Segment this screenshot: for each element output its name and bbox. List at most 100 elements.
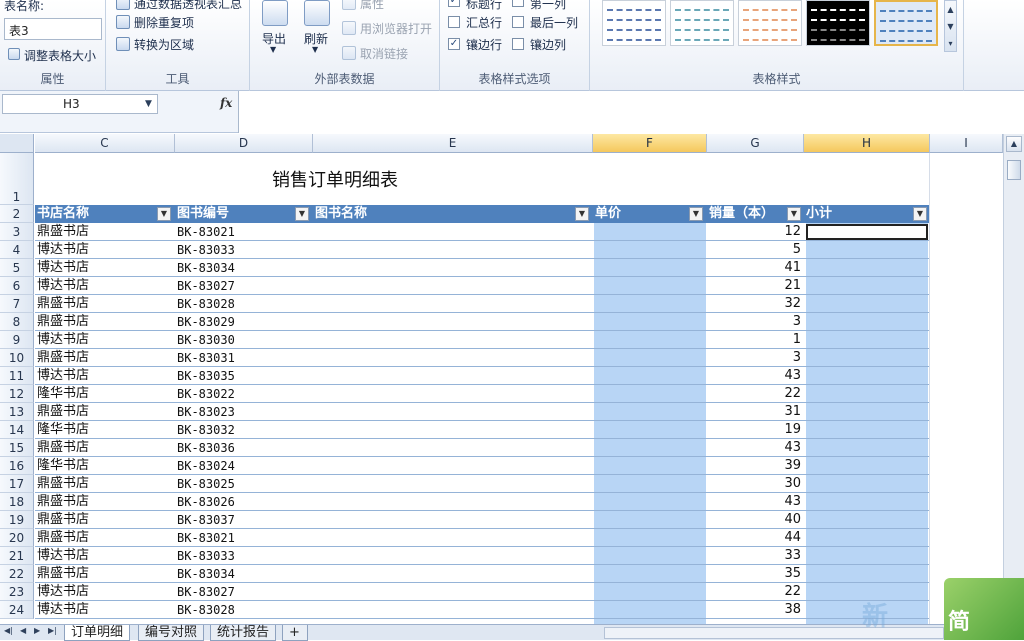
row-header[interactable]: 5 (0, 259, 34, 277)
properties-button[interactable]: 属性 (360, 0, 384, 12)
column-header-h[interactable]: H (804, 134, 930, 153)
first-column-checkbox[interactable] (512, 0, 524, 7)
gallery-scrollbar[interactable]: ▲ ▼ ▾ (944, 0, 957, 52)
column-header-d[interactable]: D (175, 134, 313, 153)
cell-quantity[interactable]: 21 (707, 277, 804, 295)
cell-store-name[interactable]: 博达书店 (35, 583, 175, 601)
cell-book-code[interactable]: BK-83035 (175, 367, 313, 385)
cell-quantity[interactable]: 41 (707, 259, 804, 277)
table-style-swatch[interactable] (806, 0, 870, 46)
cell-book-code[interactable]: BK-83029 (175, 313, 313, 331)
cell-quantity[interactable]: 35 (707, 565, 804, 583)
cell-store-name[interactable]: 鼎盛书店 (35, 565, 175, 583)
cell-book-code[interactable]: BK-83033 (175, 547, 313, 565)
cell-book-code[interactable]: BK-83021 (175, 223, 313, 241)
row-header[interactable]: 7 (0, 295, 34, 313)
cell-book-code[interactable]: BK-83027 (175, 277, 313, 295)
sheet-title[interactable]: 销售订单明细表 (272, 166, 398, 192)
gallery-up-icon[interactable]: ▲ (945, 1, 956, 18)
cell-quantity[interactable]: 19 (707, 421, 804, 439)
first-sheet-icon[interactable]: ◀| (4, 626, 13, 635)
column-header-c[interactable]: C (35, 134, 175, 153)
cell-quantity[interactable]: 43 (707, 367, 804, 385)
scroll-up-icon[interactable]: ▲ (1006, 136, 1022, 152)
cell-quantity[interactable]: 31 (707, 403, 804, 421)
sheet-tab-orders[interactable]: 订单明细 (64, 625, 131, 641)
cell-quantity[interactable]: 39 (707, 457, 804, 475)
active-cell-h3[interactable] (806, 224, 928, 240)
row-header[interactable]: 15 (0, 439, 34, 457)
cell-store-name[interactable]: 鼎盛书店 (35, 529, 175, 547)
remove-duplicates-button[interactable]: 删除重复项 (134, 14, 194, 31)
cell-quantity[interactable]: 43 (707, 439, 804, 457)
cell-quantity[interactable]: 22 (707, 583, 804, 601)
filter-dropdown-icon[interactable]: ▼ (575, 207, 589, 221)
cell-book-code[interactable]: BK-83028 (175, 601, 313, 619)
horizontal-scrollbar[interactable] (604, 627, 944, 639)
row-header[interactable]: 21 (0, 547, 34, 565)
sheet-tab-code-lookup[interactable]: 编号对照 (138, 625, 205, 641)
column-header-g[interactable]: G (707, 134, 804, 153)
cell-store-name[interactable]: 鼎盛书店 (35, 493, 175, 511)
row-header[interactable]: 3 (0, 223, 34, 241)
row-header[interactable]: 19 (0, 511, 34, 529)
last-sheet-icon[interactable]: ▶| (48, 626, 57, 635)
cell-store-name[interactable]: 鼎盛书店 (35, 295, 175, 313)
cell-quantity[interactable]: 3 (707, 349, 804, 367)
cell-store-name[interactable]: 隆华书店 (35, 457, 175, 475)
banded-columns-checkbox[interactable] (512, 38, 524, 50)
cell-quantity[interactable]: 44 (707, 529, 804, 547)
cell-store-name[interactable]: 博达书店 (35, 241, 175, 259)
cell-book-code[interactable]: BK-83031 (175, 349, 313, 367)
row-header[interactable]: 22 (0, 565, 34, 583)
column-header-e[interactable]: E (313, 134, 593, 153)
cell-store-name[interactable]: 隆华书店 (35, 421, 175, 439)
cell-quantity[interactable]: 3 (707, 313, 804, 331)
cell-book-code[interactable]: BK-83034 (175, 565, 313, 583)
cell-store-name[interactable]: 博达书店 (35, 259, 175, 277)
header-row-checkbox[interactable]: ✓ (448, 0, 460, 7)
filter-dropdown-icon[interactable]: ▼ (787, 207, 801, 221)
cell-book-code[interactable]: BK-83026 (175, 493, 313, 511)
convert-to-range-button[interactable]: 转换为区域 (134, 36, 194, 53)
row-header[interactable]: 24 (0, 601, 34, 619)
cell-store-name[interactable]: 博达书店 (35, 367, 175, 385)
cell-book-code[interactable]: BK-83022 (175, 385, 313, 403)
filter-dropdown-icon[interactable]: ▼ (295, 207, 309, 221)
row-header[interactable]: 14 (0, 421, 34, 439)
filter-dropdown-icon[interactable]: ▼ (689, 207, 703, 221)
column-header-f[interactable]: F (593, 134, 707, 153)
table-style-swatch[interactable] (738, 0, 802, 46)
sheet-tab-report[interactable]: 统计报告 (210, 625, 277, 641)
header-book-name[interactable]: 图书名称 (313, 205, 593, 223)
unlink-button[interactable]: 取消链接 (360, 45, 408, 62)
row-header[interactable]: 10 (0, 349, 34, 367)
export-dropdown-icon[interactable]: ▼ (270, 45, 276, 54)
gallery-down-icon[interactable]: ▼ (945, 18, 956, 35)
cell-book-code[interactable]: BK-83021 (175, 529, 313, 547)
table-style-swatch-selected[interactable] (874, 0, 938, 46)
cell-book-code[interactable]: BK-83030 (175, 331, 313, 349)
table-style-swatch[interactable] (602, 0, 666, 46)
refresh-dropdown-icon[interactable]: ▼ (312, 45, 318, 54)
cell-quantity[interactable]: 38 (707, 601, 804, 619)
insert-function-icon[interactable]: fx (220, 96, 232, 110)
cell-book-code[interactable]: BK-83027 (175, 583, 313, 601)
cell-quantity[interactable]: 12 (707, 223, 804, 241)
table-name-input[interactable]: 表3 (4, 18, 102, 40)
row-header[interactable]: 11 (0, 367, 34, 385)
cell-store-name[interactable]: 博达书店 (35, 331, 175, 349)
cell-store-name[interactable]: 鼎盛书店 (35, 511, 175, 529)
cell-quantity[interactable]: 30 (707, 475, 804, 493)
cell-quantity[interactable]: 1 (707, 331, 804, 349)
next-sheet-icon[interactable]: ▶ (34, 626, 40, 635)
header-subtotal[interactable]: 小计 (804, 205, 929, 223)
total-row-checkbox[interactable] (448, 16, 460, 28)
header-book-code[interactable]: 图书编号 (175, 205, 313, 223)
cell-quantity[interactable]: 32 (707, 295, 804, 313)
cell-quantity[interactable]: 33 (707, 547, 804, 565)
row-header[interactable]: 16 (0, 457, 34, 475)
cell-book-code[interactable]: BK-83025 (175, 475, 313, 493)
vertical-scrollbar[interactable]: ▲ (1003, 134, 1024, 624)
gallery-more-icon[interactable]: ▾ (945, 35, 956, 52)
